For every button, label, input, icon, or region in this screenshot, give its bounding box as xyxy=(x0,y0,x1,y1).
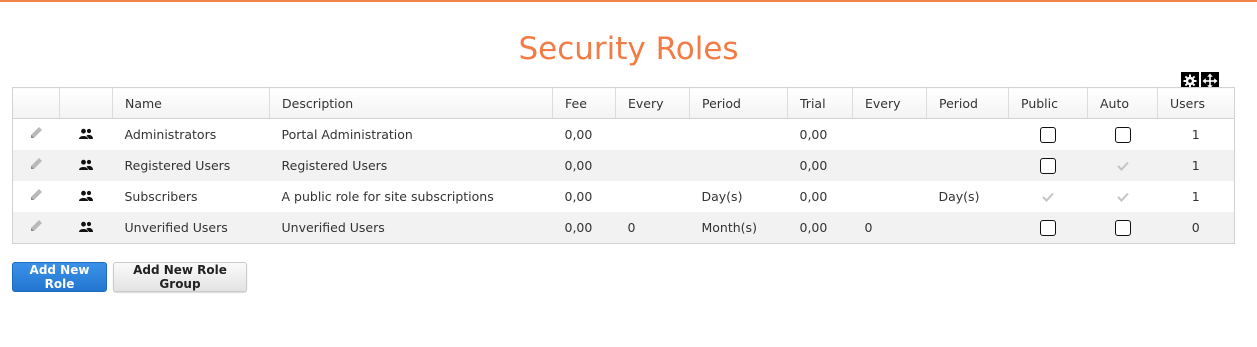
col-every: Every xyxy=(615,87,690,119)
check-icon xyxy=(1116,190,1129,205)
col-roles xyxy=(59,87,113,119)
role-description: Registered Users xyxy=(269,150,553,181)
top-accent-bar xyxy=(0,0,1257,2)
role-users: 1 xyxy=(1191,189,1200,204)
role-every xyxy=(616,181,690,212)
role-every: 0 xyxy=(615,212,690,244)
security-roles-table: Name Description Fee Every Period Trial … xyxy=(12,87,1235,244)
role-public xyxy=(1009,119,1088,151)
role-every xyxy=(616,119,690,151)
role-description: Unverified Users xyxy=(269,212,553,244)
check-icon xyxy=(1042,190,1054,205)
col-period: Period xyxy=(689,87,788,119)
page-title: Security Roles xyxy=(518,31,739,67)
role-period: Day(s) xyxy=(701,189,743,204)
table-row: Registered Users Registered Users 0,00 0… xyxy=(12,150,1235,181)
pencil-icon[interactable] xyxy=(29,219,43,236)
col-auto: Auto xyxy=(1087,87,1158,119)
roles-cell xyxy=(59,212,113,244)
roles-cell xyxy=(59,150,113,181)
pencil-icon[interactable] xyxy=(29,157,43,174)
role-trial: 0,00 xyxy=(799,127,828,142)
role-auto xyxy=(1088,181,1158,212)
role-fee: 0,00 xyxy=(564,127,593,142)
role-trial-period xyxy=(927,119,1009,151)
add-new-role-group-button[interactable]: Add New Role Group xyxy=(113,262,247,292)
public-checkbox[interactable] xyxy=(1040,157,1056,174)
role-trial-period xyxy=(926,150,1009,181)
role-users: 1 xyxy=(1191,127,1200,142)
check-icon xyxy=(1116,159,1129,174)
role-name: Subscribers xyxy=(124,189,198,204)
role-auto xyxy=(1087,150,1158,181)
role-description: Portal Administration xyxy=(281,127,413,142)
col-public: Public xyxy=(1008,87,1088,119)
col-fee: Fee xyxy=(552,87,616,119)
col-trial: Trial xyxy=(787,87,853,119)
col-trial-period: Period xyxy=(926,87,1009,119)
role-trial-every: 0 xyxy=(852,212,927,244)
table-row: Administrators Portal Administration 0,0… xyxy=(13,119,1235,151)
role-period xyxy=(689,150,788,181)
auto-checkbox[interactable] xyxy=(1114,126,1131,143)
roles-cell xyxy=(60,181,113,212)
role-trial: 0,00 xyxy=(787,150,853,181)
role-trial-period xyxy=(926,212,1009,244)
edit-cell xyxy=(13,119,60,151)
role-name: Administrators xyxy=(124,127,217,142)
role-public xyxy=(1008,212,1088,244)
col-name: Name xyxy=(112,87,270,119)
role-trial: 0,00 xyxy=(787,212,853,244)
role-trial-every xyxy=(853,181,927,212)
public-checkbox[interactable] xyxy=(1040,219,1056,236)
roles-cell xyxy=(60,119,113,151)
col-users: Users xyxy=(1157,87,1235,119)
edit-cell xyxy=(13,181,60,212)
table-row: Subscribers A public role for site subsc… xyxy=(13,181,1235,212)
pencil-icon[interactable] xyxy=(29,126,43,143)
users-icon[interactable] xyxy=(78,159,94,174)
role-description: A public role for site subscriptions xyxy=(281,189,494,204)
role-public xyxy=(1008,150,1088,181)
add-new-role-button[interactable]: Add New Role xyxy=(12,262,107,292)
role-public xyxy=(1009,181,1088,212)
public-checkbox[interactable] xyxy=(1040,126,1056,143)
users-icon[interactable] xyxy=(78,190,94,205)
table-row: Unverified Users Unverified Users 0,00 0… xyxy=(12,212,1235,244)
role-fee: 0,00 xyxy=(552,212,616,244)
role-name: Unverified Users xyxy=(112,212,270,244)
edit-cell xyxy=(12,212,60,244)
table-header-row: Name Description Fee Every Period Trial … xyxy=(12,87,1235,119)
role-trial-every xyxy=(852,150,927,181)
role-users: 1 xyxy=(1157,150,1235,181)
users-icon[interactable] xyxy=(78,128,94,143)
pencil-icon[interactable] xyxy=(29,188,43,205)
role-period: Month(s) xyxy=(689,212,788,244)
role-auto xyxy=(1087,212,1158,244)
users-icon[interactable] xyxy=(78,221,94,236)
role-name: Registered Users xyxy=(112,150,270,181)
role-fee: 0,00 xyxy=(552,150,616,181)
role-every xyxy=(615,150,690,181)
auto-checkbox[interactable] xyxy=(1114,219,1131,236)
role-trial-period: Day(s) xyxy=(938,189,980,204)
edit-cell xyxy=(12,150,60,181)
col-edit xyxy=(12,87,60,119)
role-trial-every xyxy=(853,119,927,151)
role-trial: 0,00 xyxy=(799,189,828,204)
role-auto xyxy=(1088,119,1158,151)
role-fee: 0,00 xyxy=(564,189,593,204)
role-users: 0 xyxy=(1157,212,1235,244)
col-trial-every: Every xyxy=(852,87,927,119)
role-period xyxy=(690,119,788,151)
col-description: Description xyxy=(269,87,553,119)
